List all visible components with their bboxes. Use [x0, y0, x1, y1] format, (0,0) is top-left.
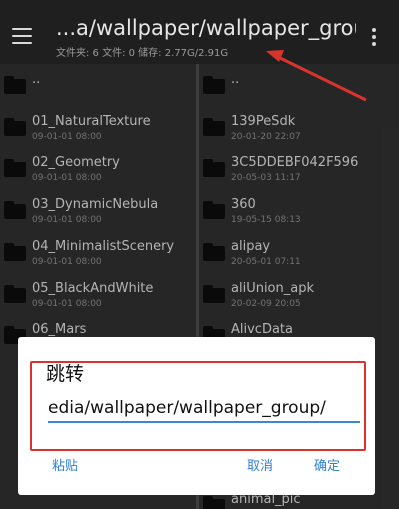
jump-dialog: 跳转 粘贴 取消 确定 [18, 337, 375, 495]
paste-button[interactable]: 粘贴 [52, 455, 78, 474]
folder-storage-info: 文件夹: 6 文件: 0 储存: 2.77G/2.91G [56, 48, 229, 59]
app-bar: ...a/wallpaper/wallpaper_group/ 文件夹: 6 文… [0, 0, 399, 64]
cancel-button[interactable]: 取消 [247, 455, 273, 474]
hamburger-menu-icon[interactable] [12, 28, 32, 44]
more-vertical-icon[interactable] [372, 28, 376, 49]
confirm-button[interactable]: 确定 [314, 455, 340, 474]
dialog-title: 跳转 [46, 363, 85, 385]
path-input[interactable] [48, 395, 360, 423]
current-path-title[interactable]: ...a/wallpaper/wallpaper_group/ [56, 16, 356, 40]
